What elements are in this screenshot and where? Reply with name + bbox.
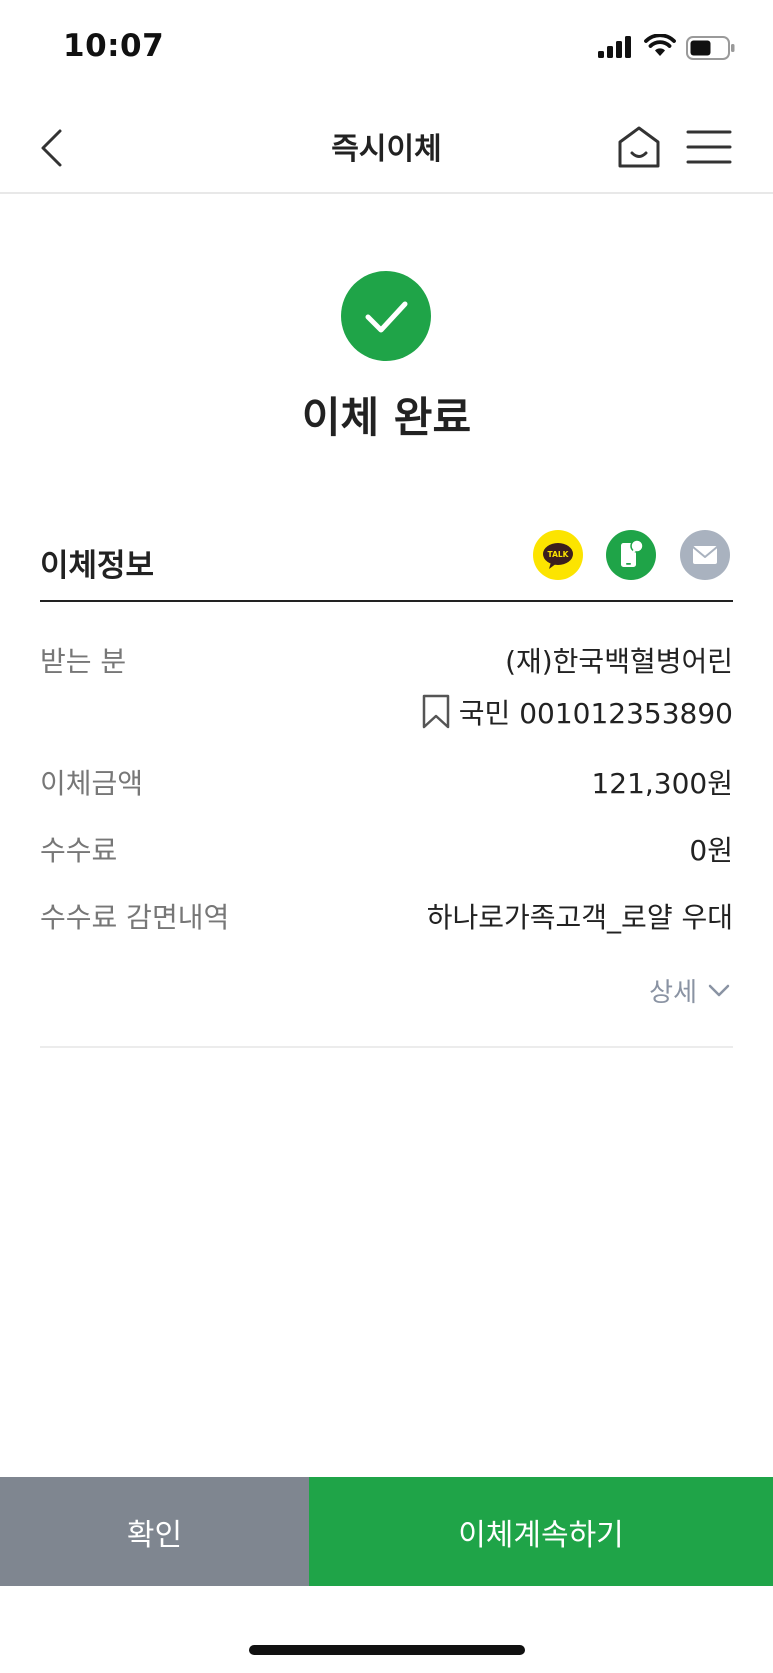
fee-waiver-label: 수수료 감면내역 (40, 901, 230, 934)
recipient-account: 국민 001012353890 (458, 697, 733, 730)
result-title: 이체 완료 (301, 393, 472, 442)
home-button[interactable] (612, 120, 666, 174)
bookmark-icon[interactable] (421, 694, 451, 730)
amount-value: 121,300원 (591, 767, 733, 800)
home-indicator (249, 1645, 525, 1655)
share-email-button[interactable] (680, 530, 730, 580)
chevron-down-icon (708, 984, 730, 996)
menu-button[interactable] (682, 120, 736, 174)
envelope-icon (692, 546, 718, 564)
recipient-name: (재)한국백혈병어린 (505, 645, 733, 678)
phone-message-icon (621, 539, 644, 567)
fee-label: 수수료 (40, 834, 118, 867)
home-icon (618, 126, 660, 168)
confirm-button[interactable]: 확인 (0, 1477, 309, 1586)
content-divider (40, 1046, 733, 1048)
battery-icon (686, 36, 735, 60)
details-toggle-label: 상세 (649, 978, 697, 1008)
hamburger-menu-icon (686, 130, 732, 164)
kakaotalk-icon: TALK (543, 543, 573, 569)
kakaotalk-logo-text: TALK (548, 550, 570, 559)
recipient-label: 받는 분 (40, 645, 127, 678)
fee-waiver-value: 하나로가족고객_로얄 우대 (426, 901, 733, 934)
recipient-account-row: 국민 001012353890 (421, 692, 733, 732)
status-bar: 10:07 (0, 0, 773, 100)
status-time: 10:07 (63, 28, 165, 64)
navigation-header: 즉시이체 (0, 100, 773, 194)
share-kakaotalk-button[interactable]: TALK (533, 530, 583, 580)
fee-value: 0원 (689, 834, 733, 867)
cellular-signal-icon (598, 36, 631, 58)
share-sms-button[interactable] (606, 530, 656, 580)
success-check-icon (341, 271, 431, 361)
wifi-icon (644, 34, 676, 56)
section-divider (40, 600, 733, 602)
details-toggle[interactable]: 상세 (649, 972, 733, 1009)
continue-transfer-button[interactable]: 이체계속하기 (309, 1477, 773, 1586)
section-title: 이체정보 (40, 548, 155, 584)
amount-label: 이체금액 (40, 767, 144, 800)
